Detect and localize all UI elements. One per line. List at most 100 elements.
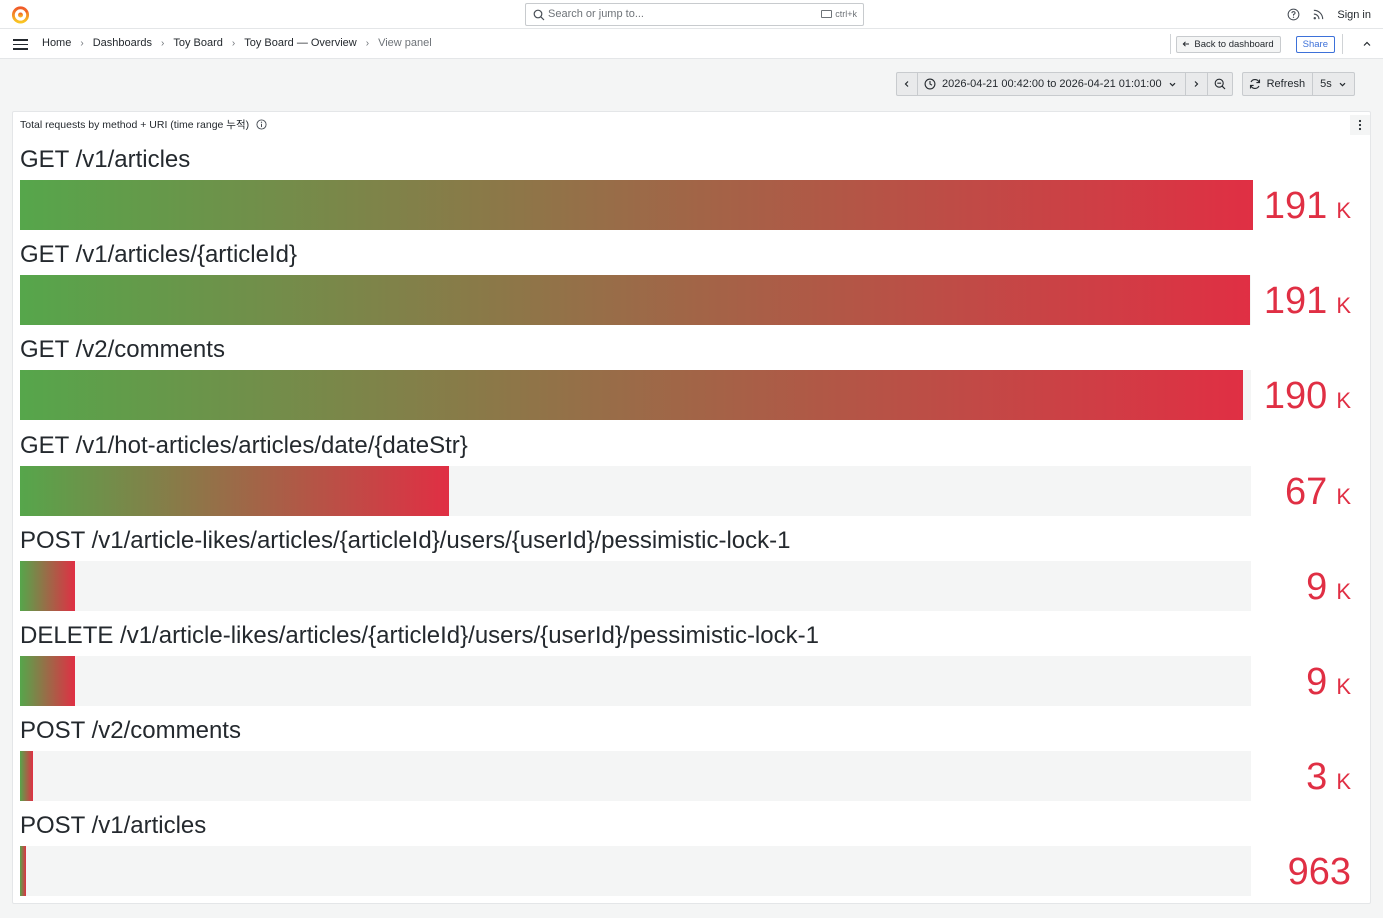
bar-label: DELETE /v1/article-likes/articles/{artic… [20,621,819,649]
bar-fill [20,655,76,706]
back-to-dashboard-label: Back to dashboard [1194,38,1274,50]
chevron-right-icon [1194,81,1199,87]
bar-gauge-panel: Total requests by method + URI (time ran… [12,111,1371,904]
search-placeholder: Search or jump to... [548,8,644,20]
chevron-down-icon [1169,82,1176,87]
panel-menu-button[interactable] [1350,115,1370,135]
sign-in-link[interactable]: Sign in [1337,9,1371,21]
bar-label: POST /v2/comments [20,717,241,745]
bar-value: 9K [1306,562,1351,612]
back-to-dashboard-button[interactable]: Back to dashboard [1176,35,1281,53]
bar-label: GET /v2/comments [20,336,225,364]
bar-value: 3K [1306,752,1351,802]
bar-value-number: 3 [1306,756,1328,799]
time-forward-button[interactable] [1186,73,1208,95]
search-icon [533,9,545,21]
divider [1170,34,1172,54]
bar-label: GET /v1/articles [20,146,191,173]
bar-fill [20,465,449,516]
bar-value-unit: K [1336,198,1351,223]
bar-value-number: 190 [1263,375,1328,418]
refresh-label: Refresh [1266,78,1306,90]
refresh-interval-picker[interactable]: 5s [1313,73,1354,95]
bar-row: POST /v1/article-likes/articles/{article… [20,526,1365,621]
bar-value: 191 K [1264,181,1351,231]
bar-fill [20,275,1250,326]
breadcrumb-current: View panel [378,37,432,49]
panel-header: Total requests by method + URI (time ran… [20,117,267,132]
rss-icon[interactable] [1312,8,1325,21]
divider [1342,34,1343,54]
breadcrumb-dashboard[interactable]: Toy Board — Overview [244,37,356,49]
refresh-interval-label: 5s [1320,78,1332,90]
bar-value: 191 K [1264,276,1351,326]
sync-icon [1249,79,1260,89]
time-range-picker[interactable]: 2026-04-21 00:42:00 to 2026-04-21 01:01:… [918,73,1186,95]
chevron-left-icon [904,81,909,87]
time-controls: 2026-04-21 00:42:00 to 2026-04-21 01:01:… [896,72,1355,96]
info-icon[interactable] [256,119,267,130]
time-range-label: 2026-04-21 00:42:00 to 2026-04-21 01:01:… [942,78,1162,90]
bar-value-unit: K [1336,483,1351,509]
help-icon[interactable] [1287,8,1300,21]
more-vertical-icon [1358,119,1362,131]
refresh-group: Refresh 5s [1241,72,1355,96]
chevron-right-icon: › [231,37,236,49]
bar-fill [20,370,1243,421]
bar-label: GET /v1/hot-articles/articles/date/{date… [20,431,468,459]
arrow-left-icon [1182,41,1190,47]
breadcrumb: Home › Dashboards › Toy Board › Toy Boar… [42,37,432,49]
bar-track [20,560,1251,611]
bar-track [20,751,1251,802]
breadcrumb-dashboards[interactable]: Dashboards [93,37,152,49]
bar-value: 67 K [1285,467,1351,517]
breadcrumb-folder[interactable]: Toy Board [173,37,223,49]
bar-label: GET /v1/articles/{articleId} [20,241,298,269]
top-right-actions: Sign in [1287,0,1371,29]
zoom-out-icon [1214,78,1226,90]
bar-list: GET /v1/articles 191 K GET /v1/articles/{ar… [20,145,1365,907]
grafana-logo-icon[interactable] [11,5,30,24]
panel-title: Total requests by method + URI (time ran… [20,119,250,131]
bar-value: 963 [1288,847,1351,897]
bar-fill [20,560,76,611]
collapse-button[interactable] [1350,29,1383,59]
bar-value-unit: K [1336,578,1351,604]
bar-label: POST /v1/article-likes/articles/{article… [20,526,791,554]
zoom-out-button[interactable] [1208,73,1232,95]
search-input[interactable]: Search or jump to... ctrl+k [525,3,864,26]
chevron-right-icon: › [161,37,165,49]
bar-fill [20,180,1253,230]
bar-value-number: 9 [1306,565,1328,608]
bar-value-number: 191 [1263,185,1328,227]
bar-fill [20,751,33,802]
share-button[interactable]: Share [1295,35,1335,53]
top-bar: Search or jump to... ctrl+k Sign in [0,0,1383,29]
bar-track [20,275,1251,326]
refresh-button[interactable]: Refresh [1243,73,1314,95]
bar-row: POST /v1/articles 963 [20,811,1365,906]
bar-value-number: 191 [1263,280,1328,323]
bar-track [20,846,1251,897]
time-range-group: 2026-04-21 00:42:00 to 2026-04-21 01:01:… [896,72,1233,96]
bar-value-unit: K [1336,293,1351,319]
bar-value-unit: K [1336,769,1351,795]
bar-track [20,655,1251,706]
bar-value: 190 K [1264,371,1351,421]
time-back-button[interactable] [897,73,918,95]
bar-value: 9K [1306,657,1351,707]
menu-icon[interactable] [13,39,28,50]
chevron-right-icon: › [365,37,370,49]
keyboard-icon [821,10,833,18]
bar-label: POST /v1/articles [20,812,207,840]
nav-bar: Home › Dashboards › Toy Board › Toy Boar… [0,29,1383,59]
bar-fill [20,846,27,897]
bar-value-number: 9 [1306,660,1328,703]
bar-value-unit: K [1336,388,1351,414]
bar-row: GET /v1/articles 191 K [20,145,1365,240]
bar-value-number: 963 [1287,851,1351,894]
bar-row: GET /v1/hot-articles/articles/date/{date… [20,431,1365,526]
bar-row: POST /v2/comments 3 K [20,716,1365,811]
breadcrumb-home[interactable]: Home [42,37,71,49]
bar-row: DELETE /v1/article-likes/articles/{artic… [20,621,1365,716]
